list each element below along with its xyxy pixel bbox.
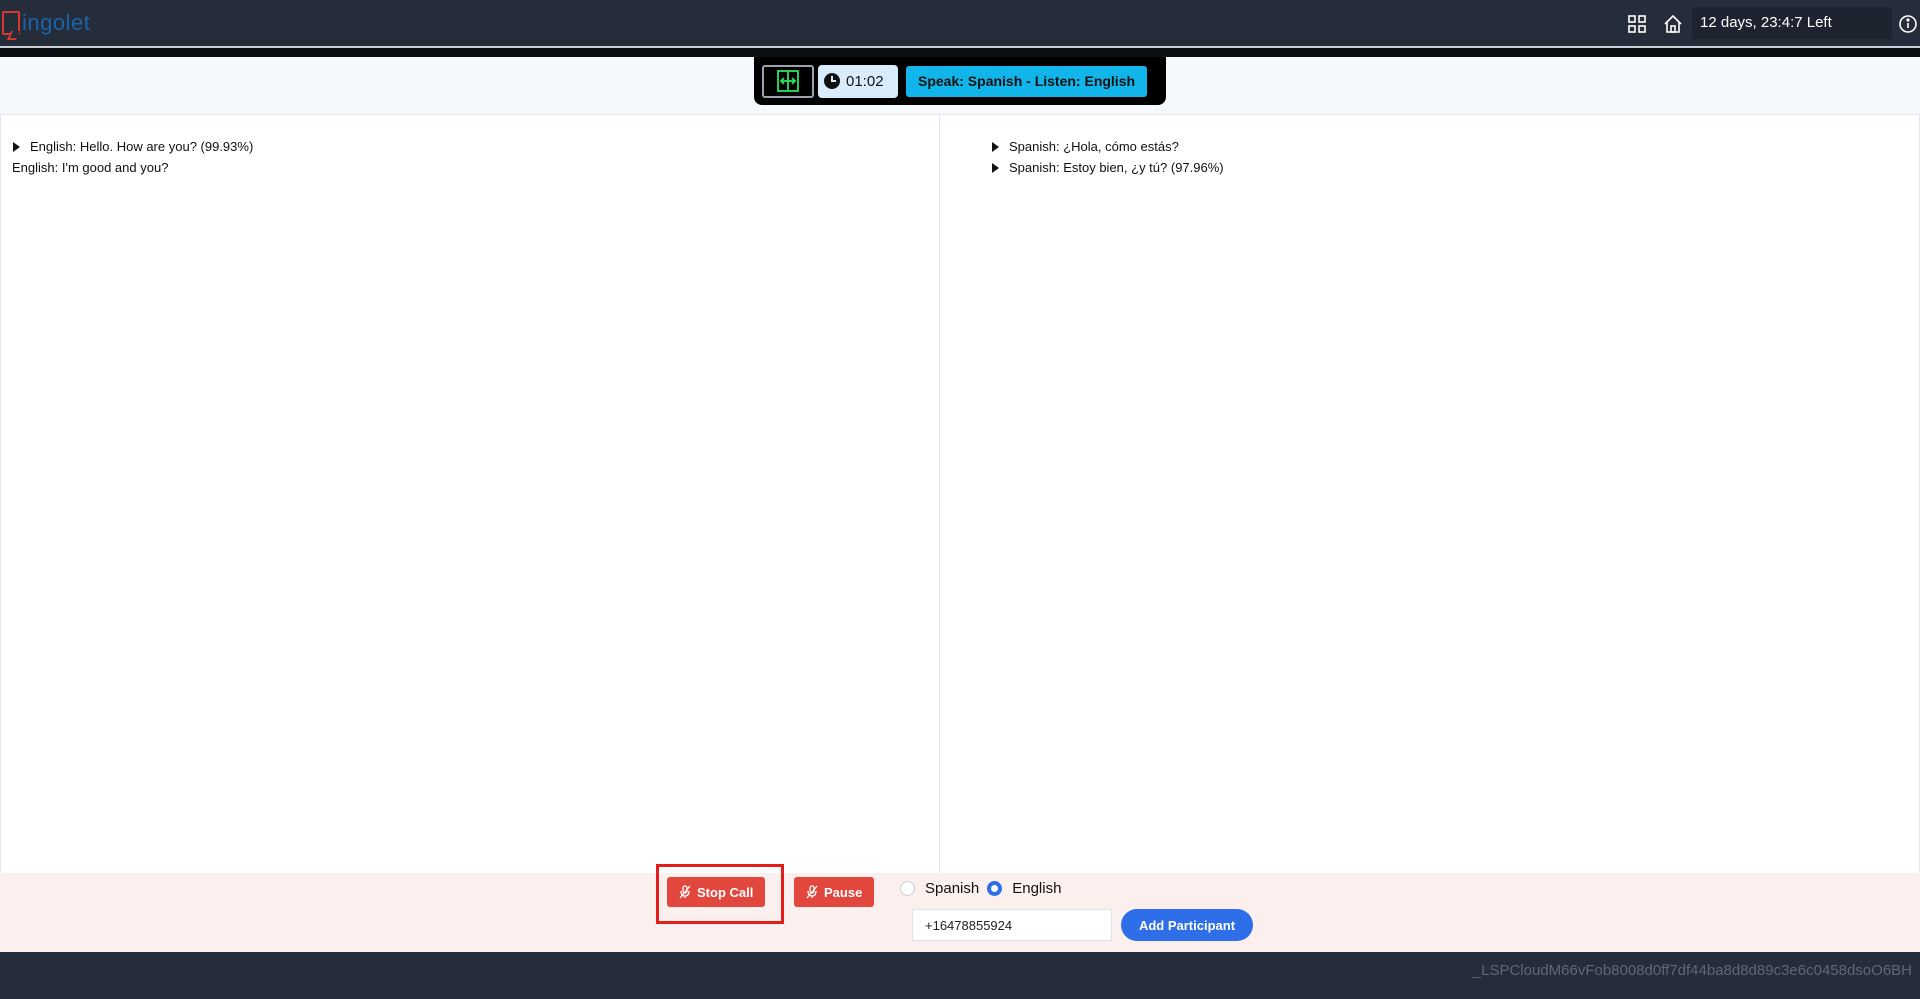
- logo[interactable]: ingolet: [2, 8, 90, 38]
- call-bar: 01:02 Speak: Spanish - Listen: English: [754, 57, 1166, 105]
- highlight-box: [656, 864, 784, 924]
- radio-label-spanish: Spanish: [925, 880, 980, 897]
- expand-triangle-icon[interactable]: [992, 163, 999, 173]
- logo-text: ingolet: [22, 10, 91, 35]
- call-timer: 01:02: [818, 64, 898, 98]
- add-participant-button[interactable]: Add Participant: [1121, 909, 1253, 941]
- chat-bubble-icon: [2, 11, 20, 35]
- transcript-line: English: I'm good and you?: [12, 160, 169, 175]
- transcript-line[interactable]: English: Hello. How are you? (99.93%): [13, 136, 253, 157]
- radio-label-english: English: [1012, 880, 1062, 897]
- transcript-panel-english: English: Hello. How are you? (99.93%) En…: [0, 115, 940, 874]
- pause-button[interactable]: Pause: [794, 877, 875, 907]
- swap-screen-icon: [777, 70, 799, 92]
- radio-spanish[interactable]: [900, 881, 915, 896]
- time-left-display: 12 days, 23:4:7 Left: [1692, 7, 1892, 39]
- transcript-area: English: Hello. How are you? (99.93%) En…: [0, 114, 1920, 874]
- home-icon[interactable]: [1661, 12, 1685, 36]
- clock-icon: [824, 73, 840, 89]
- expand-triangle-icon[interactable]: [992, 142, 999, 152]
- transcript-line[interactable]: Spanish: Estoy bien, ¿y tú? (97.96%): [992, 157, 1224, 178]
- phone-number-input[interactable]: [912, 909, 1112, 941]
- mic-off-icon: [806, 885, 818, 899]
- expand-triangle-icon[interactable]: [13, 142, 20, 152]
- radio-english[interactable]: [987, 881, 1003, 896]
- header-divider: [0, 46, 1920, 57]
- swap-screen-button[interactable]: [762, 64, 814, 98]
- call-bar-area: 01:02 Speak: Spanish - Listen: English: [0, 57, 1920, 114]
- footer: _LSPCloudM66vFob8008d0ff7df44ba8d8d89c3e…: [0, 952, 1920, 999]
- grid-icon[interactable]: [1625, 12, 1649, 36]
- transcript-line[interactable]: Spanish: ¿Hola, cómo estás?: [992, 136, 1224, 157]
- info-icon[interactable]: [1896, 12, 1920, 36]
- top-navbar: ingolet 12 days, 23:4:7 Left: [0, 0, 1920, 57]
- call-timer-value: 01:02: [846, 72, 884, 90]
- language-radio-group: Spanish English: [900, 880, 1061, 897]
- session-id: _LSPCloudM66vFob8008d0ff7df44ba8d8d89c3e…: [1472, 962, 1912, 979]
- transcript-panel-spanish: Spanish: ¿Hola, cómo estás? Spanish: Est…: [940, 115, 1920, 874]
- speak-listen-badge[interactable]: Speak: Spanish - Listen: English: [906, 65, 1148, 97]
